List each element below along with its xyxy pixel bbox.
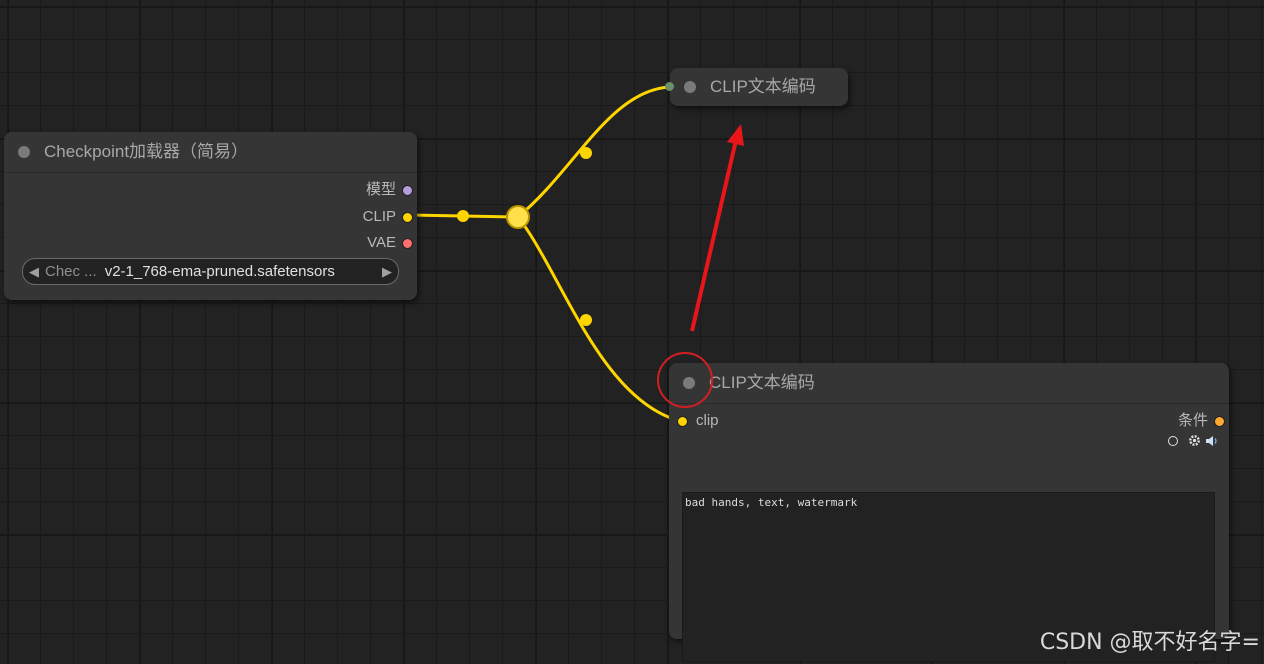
output-slot-model[interactable] xyxy=(402,184,413,196)
node-title[interactable]: Checkpoint加载器（简易） xyxy=(4,132,417,173)
output-model[interactable]: 模型 xyxy=(366,179,413,201)
node-title[interactable]: CLIP文本编码 xyxy=(669,363,1229,404)
clip-text-encode-collapsed-node[interactable]: CLIP文本编码 xyxy=(665,68,848,106)
output-conditioning[interactable]: 条件 xyxy=(1178,410,1225,432)
output-label: CLIP xyxy=(362,208,396,225)
node-title-text: CLIP文本编码 xyxy=(709,373,815,392)
output-slot-vae[interactable] xyxy=(402,237,413,249)
link-midpoint-dot[interactable] xyxy=(580,147,592,159)
output-label: 模型 xyxy=(365,181,396,198)
input-slot-clip[interactable] xyxy=(665,82,674,91)
gear-icon[interactable] xyxy=(1188,434,1201,447)
link-midpoint-dot[interactable] xyxy=(580,314,592,326)
output-label: VAE xyxy=(367,234,396,251)
combo-label: Chec ... xyxy=(45,263,97,280)
output-slot-conditioning[interactable] xyxy=(1214,415,1225,427)
output-clip[interactable]: CLIP xyxy=(363,206,413,228)
input-slot-clip[interactable] xyxy=(677,415,688,427)
output-vae[interactable]: VAE xyxy=(367,232,413,254)
collapse-dot-icon[interactable] xyxy=(683,377,695,389)
input-clip[interactable]: clip xyxy=(677,410,719,432)
checkpoint-loader-node[interactable]: Checkpoint加载器（简易） 模型 CLIP VAE ◀ Chec ...… xyxy=(4,132,417,300)
combo-value[interactable]: v2-1_768-ema-pruned.safetensors xyxy=(105,259,376,284)
node-title-text: Checkpoint加载器（简易） xyxy=(44,142,249,161)
checkpoint-combo-widget[interactable]: ◀ Chec ... v2-1_768-ema-pruned.safetenso… xyxy=(22,258,399,285)
output-slot-clip[interactable] xyxy=(402,211,413,223)
output-label: 条件 xyxy=(1177,412,1208,429)
clip-link-to-top-encoder[interactable] xyxy=(517,85,671,219)
combo-next-arrow-icon[interactable]: ▶ xyxy=(376,259,398,284)
speaker-icon[interactable] xyxy=(1205,435,1219,447)
collapse-dot-icon[interactable] xyxy=(684,81,696,93)
reroute-node[interactable] xyxy=(506,205,530,229)
widget-toolbar xyxy=(1168,434,1219,447)
circle-outline-icon[interactable] xyxy=(1168,435,1178,446)
collapse-dot-icon[interactable] xyxy=(18,146,30,158)
combo-prev-arrow-icon[interactable]: ◀ xyxy=(23,259,45,284)
link-midpoint-dot[interactable] xyxy=(457,210,469,222)
clip-text-encode-node[interactable]: CLIP文本编码 clip 条件 bad hands, text, waterm… xyxy=(669,363,1229,662)
node-title-text: CLIP文本编码 xyxy=(710,77,816,96)
watermark: CSDN @取不好名字= xyxy=(1039,630,1260,655)
node-title[interactable]: CLIP文本编码 xyxy=(670,68,848,106)
input-label: clip xyxy=(696,412,719,429)
clip-link-to-bottom-encoder[interactable] xyxy=(516,216,681,423)
